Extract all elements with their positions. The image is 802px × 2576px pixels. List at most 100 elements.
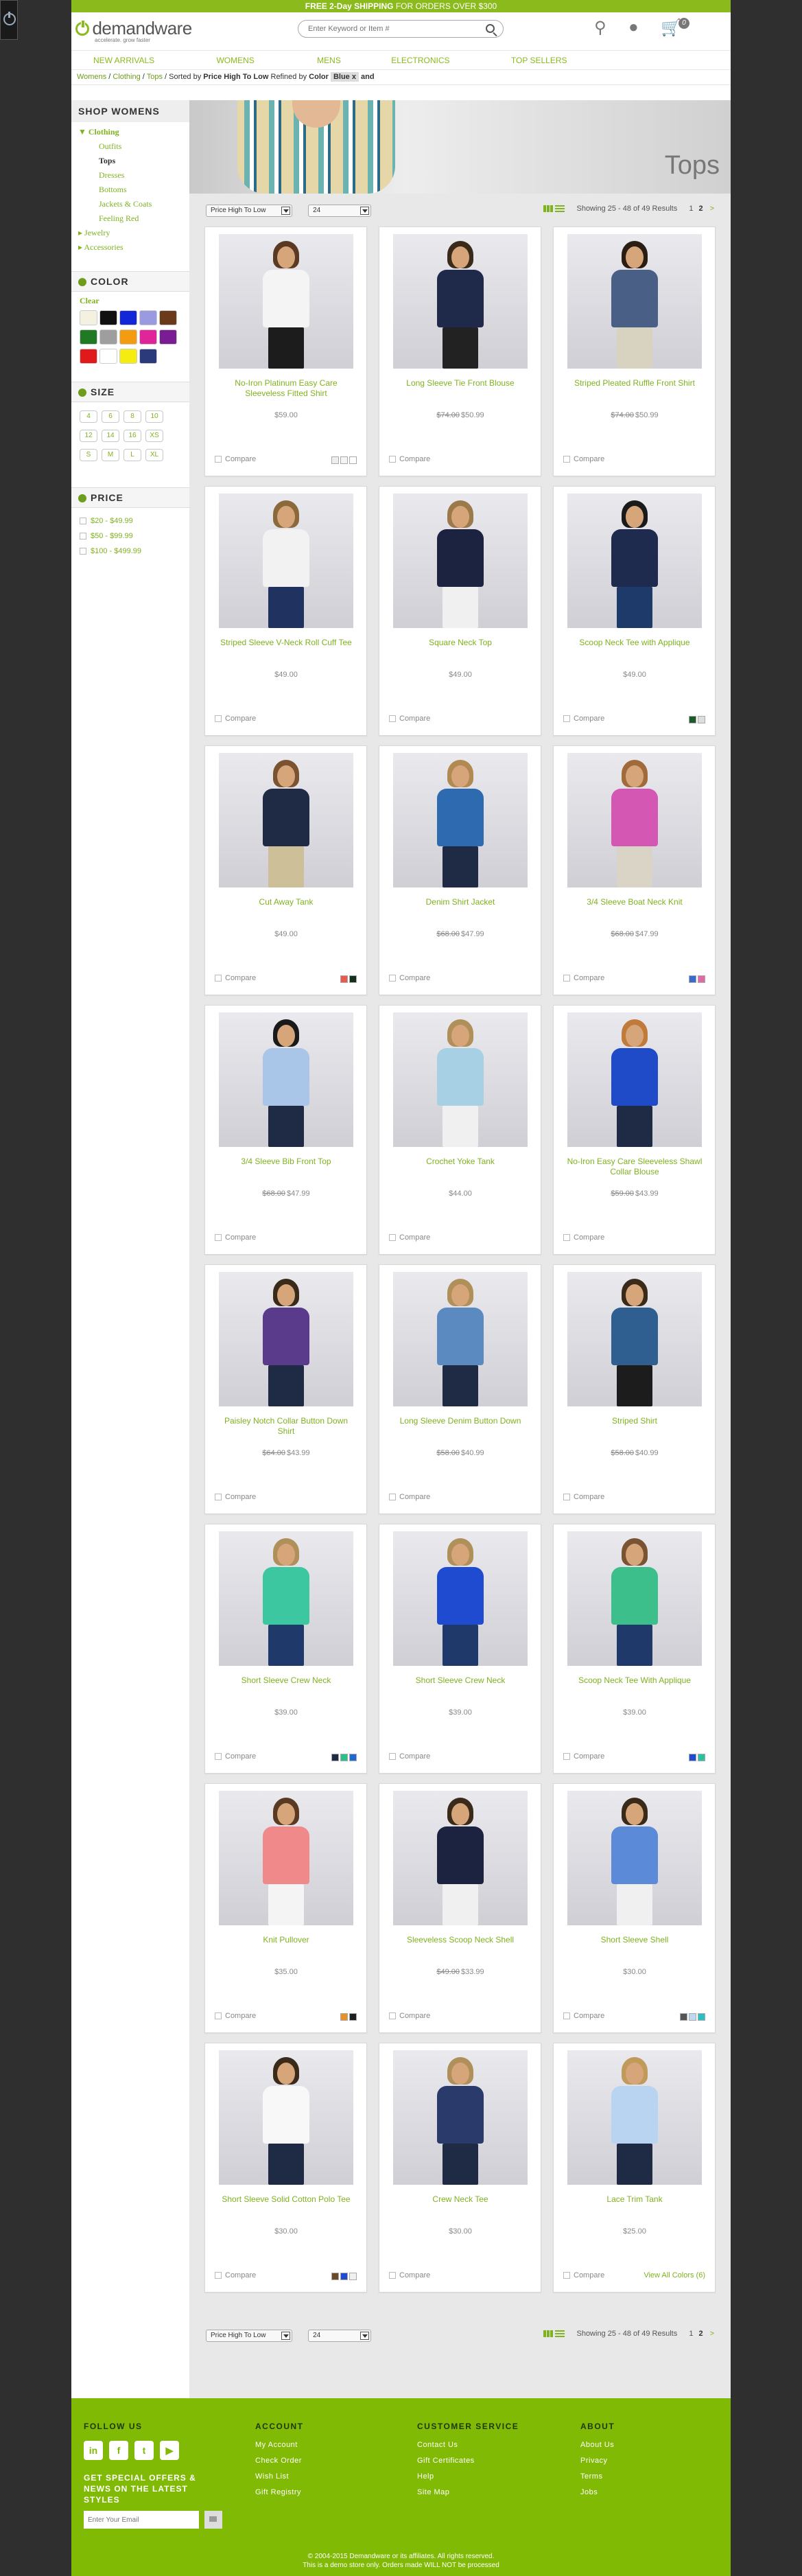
compare-checkbox[interactable]	[215, 1234, 222, 1242]
size-option[interactable]: L	[123, 449, 141, 461]
compare-checkbox[interactable]	[563, 715, 570, 723]
color-swatch[interactable]	[119, 329, 137, 345]
product-color-swatch[interactable]	[331, 2273, 339, 2280]
clear-color-button[interactable]: Clear	[71, 292, 189, 310]
color-swatch[interactable]	[119, 310, 137, 325]
product-image[interactable]	[219, 753, 353, 887]
page-1-link[interactable]: 1	[689, 2330, 693, 2338]
product-tile[interactable]: 3/4 Sleeve Boat Neck Knit $68.00 $47.99 Com…	[553, 745, 716, 995]
compare-toggle[interactable]: Compare	[215, 2012, 256, 2020]
product-name[interactable]: Lace Trim Tank	[566, 2194, 703, 2205]
product-tile[interactable]: Striped Sleeve V-Neck Roll Cuff Tee $49.0…	[204, 486, 367, 736]
product-color-swatch[interactable]	[698, 975, 705, 983]
youtube-icon[interactable]: ▶	[160, 2441, 179, 2460]
product-tile[interactable]: Striped Shirt $58.00 $40.99 Compare	[553, 1264, 716, 1514]
product-name[interactable]: Short Sleeve Crew Neck	[217, 1675, 355, 1686]
size-option[interactable]: 8	[123, 410, 141, 423]
product-color-swatch[interactable]	[698, 2013, 705, 2021]
check-order-link[interactable]: Check Order	[255, 2457, 304, 2465]
compare-toggle[interactable]: Compare	[563, 715, 604, 723]
product-tile[interactable]: Crochet Yoke Tank $44.00 Compare	[379, 1005, 541, 1255]
product-color-swatch[interactable]	[340, 456, 348, 464]
product-name[interactable]: Short Sleeve Solid Cotton Polo Tee	[217, 2194, 355, 2205]
product-image[interactable]	[567, 1272, 702, 1406]
compare-toggle[interactable]: Compare	[215, 1233, 256, 1242]
product-color-swatch[interactable]	[340, 975, 348, 983]
list-view-icon[interactable]	[555, 205, 565, 213]
size-option[interactable]: XS	[145, 430, 163, 442]
contact-us-link[interactable]: Contact Us	[417, 2441, 519, 2449]
category-jackets-coats[interactable]: Jackets & Coats	[78, 197, 182, 211]
grid-view-icon[interactable]	[543, 2330, 554, 2338]
product-name[interactable]: Scoop Neck Tee with Applique	[566, 638, 703, 648]
color-swatch[interactable]	[159, 329, 177, 345]
nav-top-sellers[interactable]: TOP SELLERS	[511, 51, 567, 70]
product-name[interactable]: Scoop Neck Tee With Applique	[566, 1675, 703, 1686]
product-name[interactable]: Knit Pullover	[217, 1935, 355, 1945]
grid-view-icon[interactable]	[543, 205, 554, 213]
compare-toggle[interactable]: Compare	[215, 2271, 256, 2279]
product-color-swatch[interactable]	[331, 456, 339, 464]
compare-checkbox[interactable]	[563, 2272, 570, 2279]
product-name[interactable]: No-Iron Platinum Easy Care Sleeveless Fi…	[217, 378, 355, 399]
product-color-swatch[interactable]	[680, 2013, 687, 2021]
product-image[interactable]	[567, 1531, 702, 1666]
about-us-link[interactable]: About Us	[580, 2441, 615, 2449]
product-color-swatch[interactable]	[698, 716, 705, 723]
compare-checkbox[interactable]	[389, 1494, 396, 1501]
linkedin-icon[interactable]: in	[84, 2441, 103, 2460]
product-image[interactable]	[567, 494, 702, 628]
size-option[interactable]: 4	[80, 410, 97, 423]
product-name[interactable]: Striped Pleated Ruffle Front Shirt	[566, 378, 703, 388]
next-page-link[interactable]: >	[710, 2330, 714, 2338]
color-swatch[interactable]	[99, 329, 117, 345]
product-name[interactable]: Cut Away Tank	[217, 897, 355, 907]
product-name[interactable]: Striped Sleeve V-Neck Roll Cuff Tee	[217, 638, 355, 648]
compare-checkbox[interactable]	[215, 715, 222, 723]
compare-checkbox[interactable]	[389, 715, 396, 723]
compare-checkbox[interactable]	[215, 1494, 222, 1501]
color-swatch[interactable]	[139, 329, 157, 345]
product-name[interactable]: Short Sleeve Crew Neck	[392, 1675, 529, 1686]
list-view-icon[interactable]	[555, 2330, 565, 2338]
product-tile[interactable]: Knit Pullover $35.00 Compare	[204, 1783, 367, 2033]
breadcrumb-tops[interactable]: Tops	[147, 73, 163, 81]
size-option[interactable]: XL	[145, 449, 163, 461]
product-name[interactable]: Long Sleeve Tie Front Blouse	[392, 378, 529, 388]
product-image[interactable]	[219, 234, 353, 369]
product-image[interactable]	[567, 753, 702, 887]
terms-link[interactable]: Terms	[580, 2472, 615, 2481]
compare-toggle[interactable]: Compare	[215, 1493, 256, 1501]
color-swatch[interactable]	[99, 310, 117, 325]
product-tile[interactable]: Striped Pleated Ruffle Front Shirt $74.00…	[553, 227, 716, 476]
product-color-swatch[interactable]	[340, 2273, 348, 2280]
compare-checkbox[interactable]	[215, 1753, 222, 1761]
color-swatch[interactable]	[119, 349, 137, 364]
compare-checkbox[interactable]	[563, 1753, 570, 1761]
product-image[interactable]	[393, 1272, 528, 1406]
category-bottoms[interactable]: Bottoms	[78, 183, 182, 197]
product-color-swatch[interactable]	[349, 2013, 357, 2021]
product-color-swatch[interactable]	[689, 975, 696, 983]
compare-checkbox[interactable]	[389, 456, 396, 463]
product-tile[interactable]: Short Sleeve Shell $30.00 Compare	[553, 1783, 716, 2033]
color-swatch[interactable]	[159, 310, 177, 325]
compare-toggle[interactable]: Compare	[389, 1233, 430, 1242]
product-image[interactable]	[219, 1791, 353, 1925]
email-submit-button[interactable]	[204, 2511, 222, 2529]
size-option[interactable]: 12	[80, 430, 97, 442]
product-image[interactable]	[567, 1791, 702, 1925]
price-option[interactable]: $100 - $499.99	[80, 544, 181, 559]
product-image[interactable]	[393, 494, 528, 628]
compare-checkbox[interactable]	[215, 2272, 222, 2279]
compare-checkbox[interactable]	[563, 456, 570, 463]
compare-checkbox[interactable]	[389, 2012, 396, 2020]
product-image[interactable]	[567, 1012, 702, 1147]
size-filter-title[interactable]: SIZE	[71, 382, 189, 402]
cart-icon[interactable]: 🛒0	[661, 18, 689, 38]
product-image[interactable]	[567, 2050, 702, 2185]
product-image[interactable]	[219, 2050, 353, 2185]
compare-toggle[interactable]: Compare	[563, 455, 604, 463]
compare-checkbox[interactable]	[389, 975, 396, 982]
color-swatch[interactable]	[99, 349, 117, 364]
